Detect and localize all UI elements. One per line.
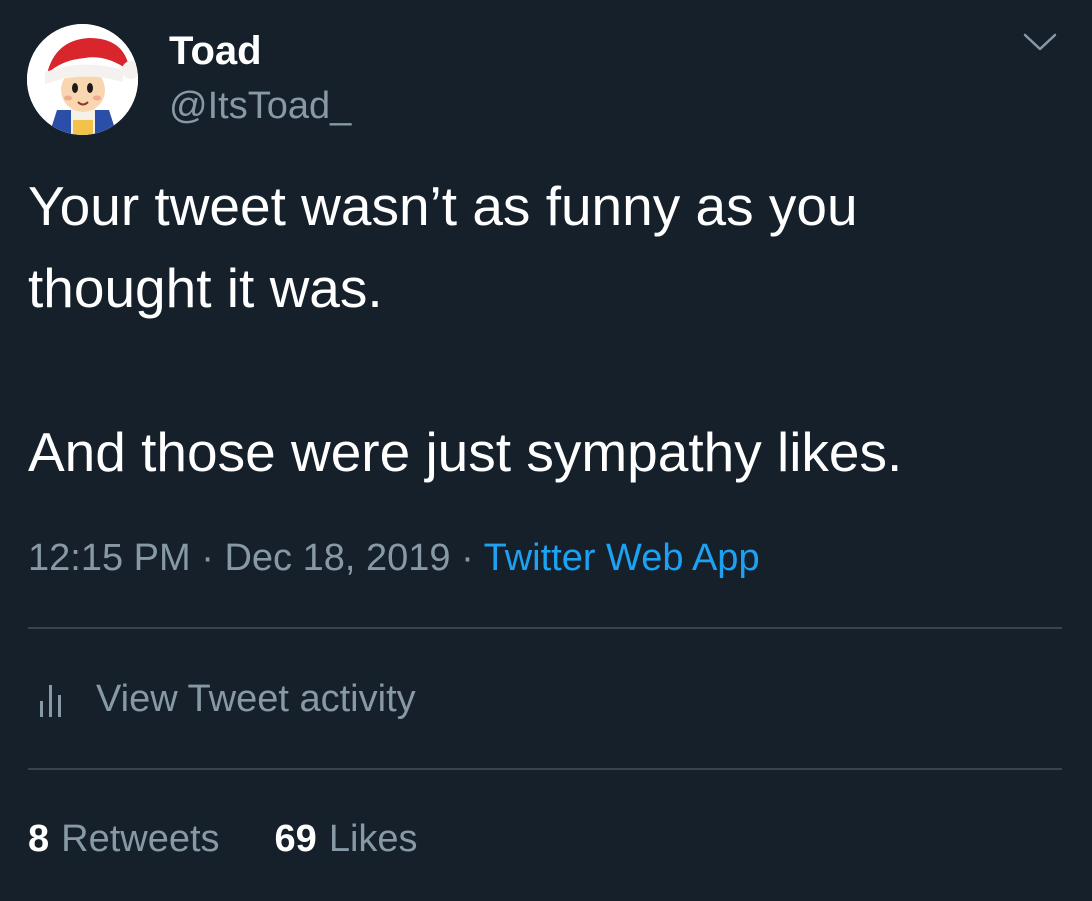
view-tweet-activity-link[interactable]: View Tweet activity (38, 676, 416, 722)
retweets-stat[interactable]: 8 Retweets (28, 816, 220, 862)
likes-label: Likes (328, 818, 418, 860)
tweet-stats: 8 Retweets 69 Likes (28, 816, 418, 862)
bar-chart-icon (38, 679, 96, 719)
avatar[interactable] (27, 24, 138, 135)
divider (28, 768, 1062, 770)
author-handle[interactable]: @ItsToad_ (169, 84, 351, 128)
likes-stat[interactable]: 69 Likes (275, 816, 418, 862)
chevron-down-icon[interactable] (1022, 30, 1058, 54)
retweets-count: 8 (28, 818, 50, 860)
tweet-text: Your tweet wasn’t as funny as you though… (28, 175, 903, 483)
retweets-label: Retweets (61, 818, 220, 860)
divider (28, 627, 1062, 629)
author-display-name[interactable]: Toad (169, 28, 262, 74)
tweet-date[interactable]: Dec 18, 2019 (224, 537, 450, 579)
meta-separator: · (461, 537, 474, 579)
tweet-time[interactable]: 12:15 PM (28, 537, 191, 579)
tweet-source-link[interactable]: Twitter Web App (484, 537, 760, 579)
meta-separator: · (201, 537, 214, 579)
tweet-meta: 12:15 PM · Dec 18, 2019 · Twitter Web Ap… (28, 535, 760, 581)
activity-label: View Tweet activity (96, 678, 416, 720)
likes-count: 69 (274, 818, 317, 860)
